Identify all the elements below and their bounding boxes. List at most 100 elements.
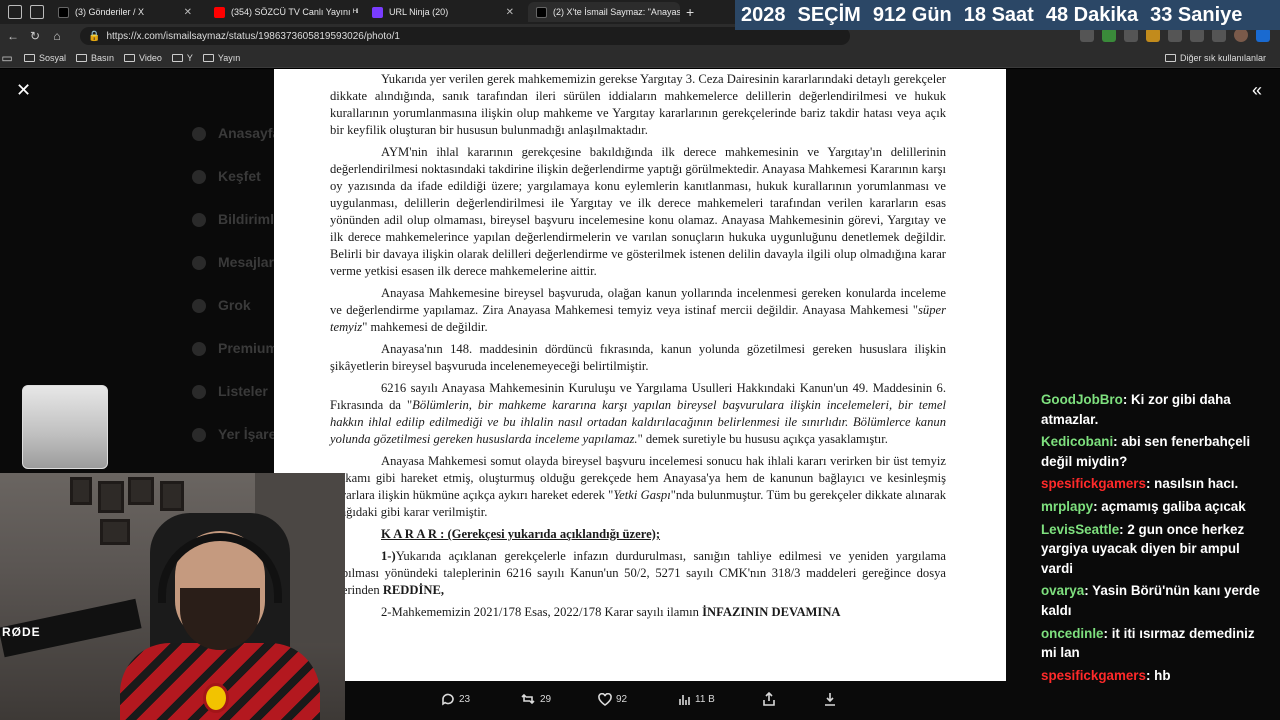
folder-icon <box>76 53 88 62</box>
close-tab-icon[interactable]: ✕ <box>500 7 514 18</box>
reading-list-icon[interactable]: ▭ <box>0 51 14 65</box>
folder-icon <box>24 53 35 62</box>
chat-username: Kedicobani <box>1041 434 1114 450</box>
picture-frame <box>98 481 124 513</box>
reply-button[interactable]: 23 <box>441 692 470 706</box>
chat-message: oncedinle: it iti ısırmaz demediniz mi l… <box>1041 624 1271 663</box>
youtube-icon <box>214 6 225 18</box>
lock-icon: 🔒 <box>88 30 101 42</box>
decision-2: 2-Mahkememizin 2021/178 Esas, 2022/178 K… <box>330 604 946 621</box>
chat-username: LevisSeattle <box>1041 521 1120 537</box>
chat-separator: : <box>1122 392 1132 407</box>
folder-icon <box>1164 53 1176 62</box>
url-text[interactable]: https://x.com/ismailsaymaz/status/198637… <box>106 31 400 42</box>
other-favorites[interactable]: Diğer sık kullanılanlar <box>1164 53 1266 63</box>
webcam-feed: RØDE <box>0 473 345 720</box>
like-button[interactable]: 92 <box>598 692 628 706</box>
refresh-icon[interactable]: ↻ <box>24 29 46 43</box>
bg-nav-explore: Keşfet <box>192 168 261 185</box>
extension-icon[interactable] <box>1146 28 1160 42</box>
extension-icon[interactable] <box>1102 28 1116 42</box>
chat-username: spesifickgamers <box>1041 476 1146 492</box>
paragraph-3-text: Anayasa Mahkemesine bireysel başvuruda, … <box>330 286 946 317</box>
repost-button[interactable]: 29 <box>520 692 551 706</box>
bg-nav-home: Anasayfa <box>192 125 280 142</box>
decision-2-bold: İNFAZININ DEVAMINA <box>702 605 841 619</box>
chat-username: GoodJobBro <box>1041 392 1123 407</box>
tab-gonderiler[interactable]: (3) Gönderiler / X ✕ <box>50 2 200 22</box>
chat-separator: : <box>1145 667 1155 683</box>
bell-icon <box>192 213 206 228</box>
picture-frame <box>70 477 92 505</box>
tab-title: URL Ninja (20) <box>389 7 449 17</box>
bookmark-label: Yayın <box>217 52 241 63</box>
countdown-label: SEÇİM <box>797 3 861 26</box>
chat-message: Kedicobani: abi sen fenerbahçeli değil m… <box>1041 432 1271 471</box>
chat-message: ovarya: Yasin Börü'nün kanı yerde kaldı <box>1041 581 1271 620</box>
like-count: 92 <box>616 693 628 705</box>
tab-ismail-saymaz[interactable]: (2) X'te İsmail Saymaz: "Anayasa M ✕ <box>528 2 680 22</box>
x-logo-icon <box>58 6 69 18</box>
decision-1-bold: REDDİNE, <box>382 583 445 597</box>
collapse-panel-icon[interactable]: « <box>1252 80 1262 101</box>
repost-icon <box>521 693 535 705</box>
chat-username: mrplapy <box>1041 498 1094 514</box>
x-logo-icon <box>536 6 547 18</box>
share-button[interactable] <box>762 692 776 706</box>
home-icon[interactable]: ⌂ <box>46 29 68 43</box>
chat-username: spesifickgamers <box>1041 667 1146 683</box>
countdown-hours: 18 Saat <box>963 3 1034 26</box>
close-icon[interactable]: ✕ <box>16 80 31 101</box>
avatar[interactable] <box>1234 28 1248 42</box>
favorites-icon[interactable] <box>1212 28 1226 42</box>
paragraph-6: Anayasa Mahkemesi somut olayda bireysel … <box>330 453 946 521</box>
reply-icon <box>442 693 454 706</box>
workspaces-icon[interactable] <box>8 5 22 19</box>
bookmark-yayin[interactable]: Yayın <box>202 52 241 63</box>
chat-separator: : <box>1145 476 1155 492</box>
bg-nav-lists: Listeler <box>192 383 268 400</box>
live-chat: GoodJobBro: Ki zor gibi daha atmazlar. K… <box>1041 390 1271 688</box>
copilot-icon[interactable] <box>1256 28 1270 42</box>
extension-icon[interactable] <box>1124 28 1138 42</box>
chat-separator: : <box>1084 583 1093 599</box>
extension-icon[interactable] <box>1190 28 1204 42</box>
paragraph-2: AYM'nin ihlal kararının gerekçesine bakı… <box>330 145 946 278</box>
tab-actions-icon[interactable] <box>30 5 44 19</box>
extension-icon[interactable] <box>1168 28 1182 42</box>
views-button[interactable]: 11 B <box>678 693 715 706</box>
bookmark-basin[interactable]: Basın <box>76 53 114 63</box>
close-tab-icon[interactable]: ✕ <box>178 7 192 18</box>
picture-frame <box>128 477 154 505</box>
bookmarks-bar: ▭ Sosyal Basın Video Y Yayın Diğer sık k… <box>0 48 1280 68</box>
share-icon <box>763 692 775 706</box>
chat-separator: : <box>1103 625 1112 641</box>
bg-nav-label: Listeler <box>218 383 268 399</box>
new-tab-button[interactable]: + <box>686 4 694 20</box>
bg-nav-messages: Mesajlar <box>192 254 274 271</box>
bookmark-sosyal[interactable]: Sosyal <box>24 53 66 63</box>
bookmark-y[interactable]: Y <box>171 53 193 63</box>
back-icon[interactable]: ← <box>2 29 24 43</box>
decision-1: 1-)Yukarıda açıklanan gerekçelerle infaz… <box>330 548 946 599</box>
post-action-bar: 23 29 92 11 B <box>345 686 1005 712</box>
tab-sozcu[interactable]: (354) SÖZCÜ TV Canlı Yayını ᴴᴰ - Y ✕ <box>206 2 358 22</box>
chat-message: GoodJobBro: Ki zor gibi daha atmazlar. <box>1041 390 1271 429</box>
tab-url-ninja[interactable]: URL Ninja (20) ✕ <box>364 2 522 22</box>
search-icon <box>192 170 206 185</box>
download-button[interactable] <box>823 692 837 706</box>
view-count: 11 B <box>695 693 715 705</box>
paragraph-5-text-end: " demek suretiyle bu hususu açıkça yasak… <box>637 432 888 446</box>
picture-frame <box>100 519 130 545</box>
extension-icon[interactable] <box>1080 28 1094 42</box>
chat-message: LevisSeattle: 2 gun once herkez yargiya … <box>1041 520 1271 579</box>
decision-1-number: 1-) <box>381 549 396 563</box>
folder-icon <box>202 53 214 62</box>
bookmark-icon <box>192 428 206 443</box>
mic-brand-label: RØDE <box>2 625 41 639</box>
chat-message: spesifickgamers: hb <box>1041 666 1271 686</box>
bookmark-video[interactable]: Video <box>124 53 162 63</box>
countdown-minutes: 48 Dakika <box>1045 3 1139 26</box>
countdown-year: 2028 <box>741 3 786 26</box>
bg-nav-label: Premium <box>218 340 278 356</box>
